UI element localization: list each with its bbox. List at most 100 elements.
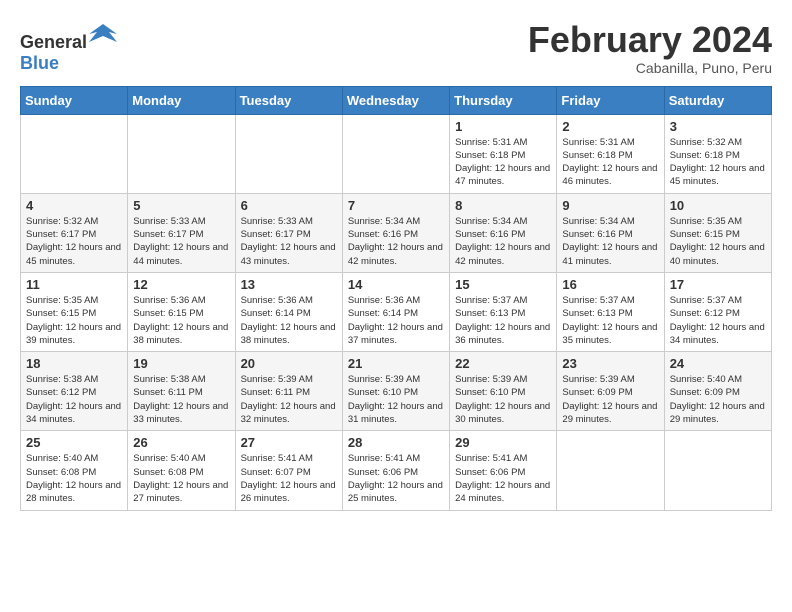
day-number: 22 (455, 356, 551, 371)
day-number: 9 (562, 198, 658, 213)
day-info: Sunrise: 5:31 AM Sunset: 6:18 PM Dayligh… (562, 136, 658, 189)
calendar-cell: 26 Sunrise: 5:40 AM Sunset: 6:08 PM Dayli… (128, 431, 235, 510)
calendar-cell (21, 114, 128, 193)
day-number: 18 (26, 356, 122, 371)
weekday-header-saturday: Saturday (664, 86, 771, 114)
day-number: 27 (241, 435, 337, 450)
location-subtitle: Cabanilla, Puno, Peru (528, 60, 772, 76)
calendar-cell: 25 Sunrise: 5:40 AM Sunset: 6:08 PM Dayli… (21, 431, 128, 510)
weekday-header-row: SundayMondayTuesdayWednesdayThursdayFrid… (21, 86, 772, 114)
day-info: Sunrise: 5:37 AM Sunset: 6:13 PM Dayligh… (455, 294, 551, 347)
calendar-cell: 15 Sunrise: 5:37 AM Sunset: 6:13 PM Dayli… (450, 272, 557, 351)
calendar-cell: 21Sunrise: 5:39 AM Sunset: 6:10 PM Dayli… (342, 352, 449, 431)
day-info: Sunrise: 5:39 AM Sunset: 6:11 PM Dayligh… (241, 373, 337, 426)
day-number: 10 (670, 198, 766, 213)
calendar-cell: 10 Sunrise: 5:35 AM Sunset: 6:15 PM Dayli… (664, 193, 771, 272)
day-info: Sunrise: 5:37 AM Sunset: 6:12 PM Dayligh… (670, 294, 766, 347)
day-info: Sunrise: 5:32 AM Sunset: 6:17 PM Dayligh… (26, 215, 122, 268)
title-block: February 2024 Cabanilla, Puno, Peru (528, 20, 772, 76)
day-number: 5 (133, 198, 229, 213)
day-info: Sunrise: 5:33 AM Sunset: 6:17 PM Dayligh… (133, 215, 229, 268)
weekday-header-thursday: Thursday (450, 86, 557, 114)
day-number: 14 (348, 277, 444, 292)
calendar-cell (664, 431, 771, 510)
weekday-header-sunday: Sunday (21, 86, 128, 114)
day-number: 25 (26, 435, 122, 450)
day-info: Sunrise: 5:37 AM Sunset: 6:13 PM Dayligh… (562, 294, 658, 347)
day-info: Sunrise: 5:38 AM Sunset: 6:11 PM Dayligh… (133, 373, 229, 426)
calendar-cell: 17 Sunrise: 5:37 AM Sunset: 6:12 PM Dayli… (664, 272, 771, 351)
day-number: 8 (455, 198, 551, 213)
calendar-week-row: 25 Sunrise: 5:40 AM Sunset: 6:08 PM Dayli… (21, 431, 772, 510)
logo-general: General (20, 32, 87, 52)
weekday-header-wednesday: Wednesday (342, 86, 449, 114)
calendar-cell: 14 Sunrise: 5:36 AM Sunset: 6:14 PM Dayli… (342, 272, 449, 351)
calendar-cell: 9Sunrise: 5:34 AM Sunset: 6:16 PM Daylig… (557, 193, 664, 272)
day-info: Sunrise: 5:40 AM Sunset: 6:08 PM Dayligh… (133, 452, 229, 505)
calendar-cell: 16 Sunrise: 5:37 AM Sunset: 6:13 PM Dayli… (557, 272, 664, 351)
day-number: 7 (348, 198, 444, 213)
calendar-week-row: 11Sunrise: 5:35 AM Sunset: 6:15 PM Dayli… (21, 272, 772, 351)
day-info: Sunrise: 5:39 AM Sunset: 6:10 PM Dayligh… (455, 373, 551, 426)
day-number: 11 (26, 277, 122, 292)
calendar-cell: 2 Sunrise: 5:31 AM Sunset: 6:18 PM Daylig… (557, 114, 664, 193)
day-info: Sunrise: 5:35 AM Sunset: 6:15 PM Dayligh… (670, 215, 766, 268)
calendar-cell (235, 114, 342, 193)
day-info: Sunrise: 5:38 AM Sunset: 6:12 PM Dayligh… (26, 373, 122, 426)
calendar-week-row: 4 Sunrise: 5:32 AM Sunset: 6:17 PM Daylig… (21, 193, 772, 272)
calendar-cell: 3Sunrise: 5:32 AM Sunset: 6:18 PM Daylig… (664, 114, 771, 193)
calendar-cell: 24Sunrise: 5:40 AM Sunset: 6:09 PM Dayli… (664, 352, 771, 431)
day-info: Sunrise: 5:33 AM Sunset: 6:17 PM Dayligh… (241, 215, 337, 268)
day-info: Sunrise: 5:39 AM Sunset: 6:09 PM Dayligh… (562, 373, 658, 426)
calendar-cell (128, 114, 235, 193)
calendar-cell: 11Sunrise: 5:35 AM Sunset: 6:15 PM Dayli… (21, 272, 128, 351)
day-number: 4 (26, 198, 122, 213)
calendar-cell: 4 Sunrise: 5:32 AM Sunset: 6:17 PM Daylig… (21, 193, 128, 272)
calendar-cell: 6 Sunrise: 5:33 AM Sunset: 6:17 PM Daylig… (235, 193, 342, 272)
calendar-cell: 12Sunrise: 5:36 AM Sunset: 6:15 PM Dayli… (128, 272, 235, 351)
day-number: 19 (133, 356, 229, 371)
logo: General Blue (20, 20, 117, 74)
month-title: February 2024 (528, 20, 772, 60)
day-number: 15 (455, 277, 551, 292)
day-number: 13 (241, 277, 337, 292)
day-number: 21 (348, 356, 444, 371)
calendar-cell: 8 Sunrise: 5:34 AM Sunset: 6:16 PM Daylig… (450, 193, 557, 272)
calendar-cell (557, 431, 664, 510)
day-number: 16 (562, 277, 658, 292)
day-info: Sunrise: 5:41 AM Sunset: 6:06 PM Dayligh… (455, 452, 551, 505)
day-info: Sunrise: 5:40 AM Sunset: 6:08 PM Dayligh… (26, 452, 122, 505)
logo-text: General Blue (20, 20, 117, 74)
day-number: 1 (455, 119, 551, 134)
day-number: 6 (241, 198, 337, 213)
day-number: 23 (562, 356, 658, 371)
page-header: General Blue February 2024 Cabanilla, Pu… (20, 20, 772, 76)
day-info: Sunrise: 5:36 AM Sunset: 6:14 PM Dayligh… (241, 294, 337, 347)
calendar-cell: 23 Sunrise: 5:39 AM Sunset: 6:09 PM Dayli… (557, 352, 664, 431)
day-number: 12 (133, 277, 229, 292)
day-number: 20 (241, 356, 337, 371)
day-number: 26 (133, 435, 229, 450)
weekday-header-monday: Monday (128, 86, 235, 114)
calendar-cell: 27Sunrise: 5:41 AM Sunset: 6:07 PM Dayli… (235, 431, 342, 510)
calendar-cell: 29Sunrise: 5:41 AM Sunset: 6:06 PM Dayli… (450, 431, 557, 510)
weekday-header-tuesday: Tuesday (235, 86, 342, 114)
day-number: 28 (348, 435, 444, 450)
day-number: 24 (670, 356, 766, 371)
calendar-week-row: 1 Sunrise: 5:31 AM Sunset: 6:18 PM Daylig… (21, 114, 772, 193)
day-info: Sunrise: 5:41 AM Sunset: 6:06 PM Dayligh… (348, 452, 444, 505)
calendar-cell: 20 Sunrise: 5:39 AM Sunset: 6:11 PM Dayli… (235, 352, 342, 431)
calendar-cell: 5 Sunrise: 5:33 AM Sunset: 6:17 PM Daylig… (128, 193, 235, 272)
day-info: Sunrise: 5:34 AM Sunset: 6:16 PM Dayligh… (455, 215, 551, 268)
logo-blue: Blue (20, 53, 59, 73)
day-info: Sunrise: 5:32 AM Sunset: 6:18 PM Dayligh… (670, 136, 766, 189)
calendar-cell: 28 Sunrise: 5:41 AM Sunset: 6:06 PM Dayli… (342, 431, 449, 510)
day-number: 17 (670, 277, 766, 292)
day-number: 2 (562, 119, 658, 134)
day-info: Sunrise: 5:34 AM Sunset: 6:16 PM Dayligh… (348, 215, 444, 268)
day-info: Sunrise: 5:36 AM Sunset: 6:14 PM Dayligh… (348, 294, 444, 347)
calendar-table: SundayMondayTuesdayWednesdayThursdayFrid… (20, 86, 772, 511)
calendar-cell: 22 Sunrise: 5:39 AM Sunset: 6:10 PM Dayli… (450, 352, 557, 431)
calendar-cell: 18 Sunrise: 5:38 AM Sunset: 6:12 PM Dayli… (21, 352, 128, 431)
calendar-cell: 7 Sunrise: 5:34 AM Sunset: 6:16 PM Daylig… (342, 193, 449, 272)
